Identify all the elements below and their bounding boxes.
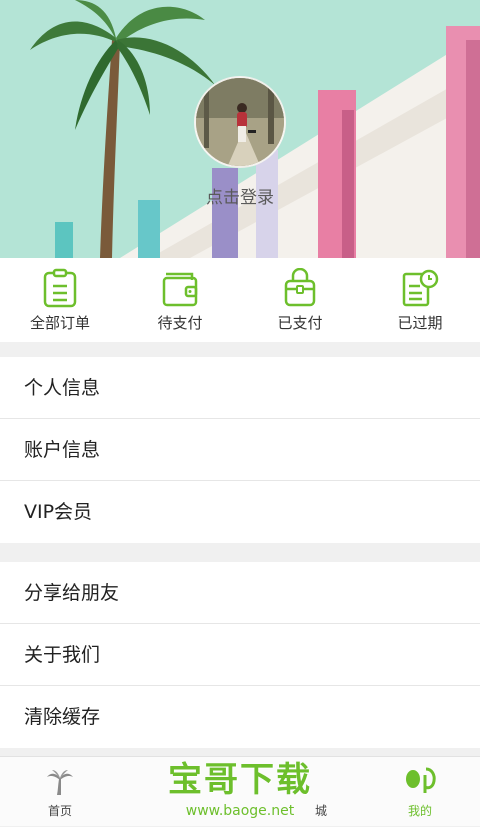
- palm-tree-icon: [47, 770, 73, 795]
- menu-item-vip[interactable]: VIP会员: [0, 481, 480, 543]
- tab-mall[interactable]: 城: [276, 757, 366, 827]
- menu-item-personal-info[interactable]: 个人信息: [0, 357, 480, 419]
- order-pending-button[interactable]: 待支付: [120, 258, 240, 342]
- order-pending-label: 待支付: [157, 314, 203, 332]
- tab-home-label: 首页: [47, 804, 72, 818]
- login-link[interactable]: 点击登录: [0, 183, 480, 208]
- order-expired-label: 已过期: [397, 314, 443, 332]
- order-all-button[interactable]: 全部订单: [0, 258, 120, 342]
- avatar-photo: [196, 78, 284, 166]
- wallet-icon: [162, 272, 198, 307]
- expired-doc-icon: [402, 269, 439, 307]
- tab-mine-label: 我的: [407, 804, 432, 818]
- menu-item-about[interactable]: 关于我们: [0, 624, 480, 686]
- bottom-tab-bar: 首页 城 我的: [0, 756, 480, 826]
- clipboard-icon: [43, 268, 77, 308]
- menu-item-share[interactable]: 分享给朋友: [0, 562, 480, 624]
- order-all-label: 全部订单: [29, 314, 90, 332]
- tab-mall-label: 城: [314, 804, 327, 818]
- menu-group-more: 分享给朋友 关于我们 清除缓存: [0, 562, 480, 748]
- profile-header: 点击登录: [0, 0, 480, 258]
- menu-item-account-info[interactable]: 账户信息: [0, 419, 480, 481]
- bag-icon: [284, 268, 316, 307]
- avatar[interactable]: [194, 76, 286, 168]
- menu-item-clear-cache[interactable]: 清除缓存: [0, 686, 480, 748]
- menu-group-account: 个人信息 账户信息 VIP会员: [0, 357, 480, 543]
- order-expired-button[interactable]: 已过期: [360, 258, 480, 342]
- order-paid-button[interactable]: 已支付: [240, 258, 360, 342]
- profile-leaf-icon: [406, 767, 436, 793]
- order-paid-label: 已支付: [277, 314, 323, 332]
- order-shortcuts: 全部订单 待支付 已支付 已过期: [0, 258, 480, 342]
- tab-home[interactable]: 首页: [15, 757, 105, 827]
- tab-mine[interactable]: 我的: [375, 757, 465, 827]
